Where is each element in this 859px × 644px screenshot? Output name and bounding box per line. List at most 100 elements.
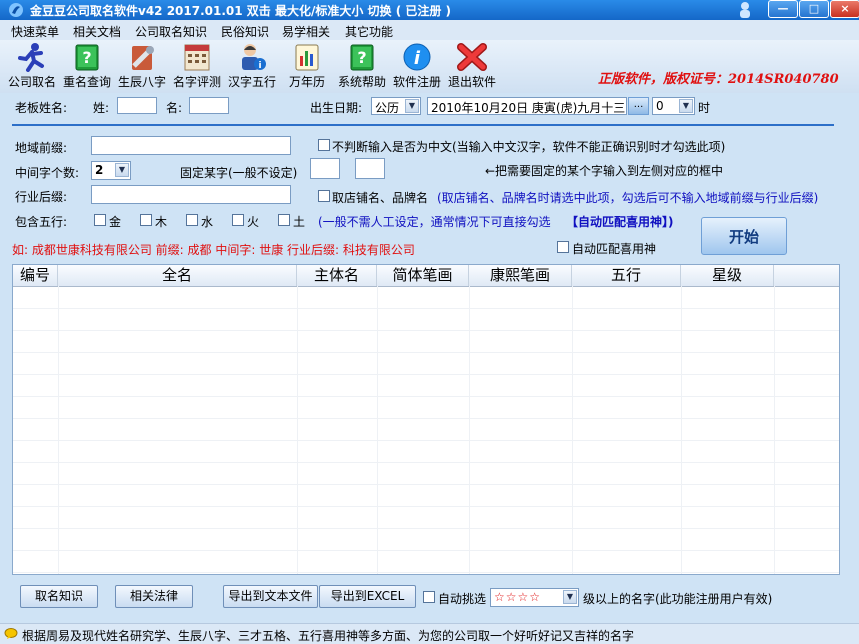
grid-row-line: [13, 418, 839, 419]
menu-folk[interactable]: 民俗知识: [221, 23, 269, 40]
region-prefix-input[interactable]: [91, 136, 291, 155]
menu-yixue[interactable]: 易学相关: [282, 23, 330, 40]
birth-date-label: 出生日期:: [310, 101, 363, 115]
start-button[interactable]: 开始: [701, 217, 787, 255]
calendar-icon: [184, 44, 210, 71]
license-text: 正版软件，版权证号：2014SR040780: [598, 72, 839, 87]
wuxing-shui-checkbox[interactable]: [186, 214, 198, 226]
minimize-button[interactable]: —: [768, 0, 798, 18]
surname-label: 姓:: [93, 101, 110, 115]
shop-name-checkbox[interactable]: [318, 190, 330, 202]
col-header-simple-strokes[interactable]: 简体笔画: [377, 265, 469, 286]
toolbar-company-naming[interactable]: 公司取名: [5, 40, 59, 92]
wuxing-mu-checkbox[interactable]: [140, 214, 152, 226]
naming-knowledge-button[interactable]: 取名知识: [20, 585, 98, 608]
no-chinese-check-label: 不判断输入是否为中文(当输入中文汉字，软件不能正确识别时才勾选此项): [332, 140, 726, 154]
auto-match-label: 自动匹配喜用神: [572, 242, 657, 256]
given-name-label: 名:: [166, 101, 183, 115]
no-chinese-check-checkbox[interactable]: [318, 139, 330, 151]
given-name-input[interactable]: [189, 97, 229, 114]
chat-bubble-icon: [4, 628, 18, 639]
boss-name-label: 老板姓名:: [15, 101, 68, 115]
wuxing-huo-label: 火: [247, 215, 260, 229]
grid-row-line: [13, 330, 839, 331]
window-title: 金豆豆公司取名软件v42 2017.01.01 双击 最大化/标准大小 切换 (…: [30, 4, 452, 18]
info-icon: i: [403, 43, 431, 71]
divider-line: [12, 124, 834, 126]
auto-match-checkbox[interactable]: [557, 241, 569, 253]
shop-name-label: 取店铺名、品牌名: [332, 191, 429, 205]
grid-row-line: [13, 506, 839, 507]
person-info-icon: i: [242, 44, 266, 71]
runner-icon: [18, 43, 44, 72]
svg-text:i: i: [258, 61, 261, 71]
wuxing-hint: (一般不需人工设定，通常情况下可直接勾选: [318, 215, 551, 229]
svg-text:?: ?: [82, 48, 91, 67]
grid-row-line: [13, 374, 839, 375]
middle-count-label: 中间字个数:: [15, 166, 80, 180]
star-level-select[interactable]: ☆☆☆☆ ▼: [490, 588, 579, 607]
hour-select[interactable]: 0 ▼: [652, 97, 695, 115]
menu-naming-knowledge[interactable]: 公司取名知识: [135, 23, 207, 40]
fixed-char-input-2[interactable]: [355, 158, 385, 179]
related-law-button[interactable]: 相关法律: [115, 585, 193, 608]
wuxing-hint-auto: 【自动匹配喜用神】): [566, 215, 674, 229]
grid-row-line: [13, 484, 839, 485]
auto-pick-checkbox[interactable]: [423, 591, 435, 603]
date-picker-button[interactable]: ...: [628, 97, 649, 115]
grid-row-line: [13, 572, 839, 573]
toolbar-exit[interactable]: 退出软件: [445, 40, 499, 92]
wuxing-tu-checkbox[interactable]: [278, 214, 290, 226]
toolbar-duplicate-check[interactable]: ? 重名查询: [60, 40, 114, 92]
user-icon: [740, 2, 750, 18]
menu-quick[interactable]: 快速菜单: [11, 23, 59, 40]
table-header: 编号 全名 主体名 简体笔画 康熙笔画 五行 星级: [13, 265, 839, 287]
star-level-hint: 级以上的名字(此功能注册用户有效): [583, 592, 773, 606]
wuxing-huo-checkbox[interactable]: [232, 214, 244, 226]
shop-name-hint: (取店铺名、品牌名时请选中此项，勾选后可不输入地域前缀与行业后缀): [437, 191, 819, 205]
status-text: 根据周易及现代姓名研究学、生辰八字、三才五格、五行喜用神等多方面、为您的公司取一…: [22, 629, 635, 643]
wuxing-jin-checkbox[interactable]: [94, 214, 106, 226]
calendar-type-select[interactable]: 公历 ▼: [371, 97, 421, 115]
toolbar-perpetual-calendar[interactable]: 万年历: [280, 40, 334, 92]
svg-text:i: i: [414, 48, 421, 69]
col-header-mainname[interactable]: 主体名: [297, 265, 377, 286]
maximize-button[interactable]: □: [799, 0, 829, 18]
red-x-icon: [457, 43, 487, 71]
wuxing-tu-label: 土: [293, 215, 306, 229]
wuxing-jin-label: 金: [109, 215, 122, 229]
title-bar[interactable]: 金豆豆公司取名软件v42 2017.01.01 双击 最大化/标准大小 切换 (…: [0, 0, 859, 20]
surname-input[interactable]: [117, 97, 157, 114]
wuxing-mu-label: 木: [155, 215, 168, 229]
toolbar-help[interactable]: ? 系统帮助: [335, 40, 389, 92]
col-header-kangxi-strokes[interactable]: 康熙笔画: [469, 265, 572, 286]
hour-unit-label: 时: [698, 101, 711, 115]
wuxing-label: 包含五行:: [15, 215, 68, 229]
menu-docs[interactable]: 相关文档: [73, 23, 121, 40]
wuxing-shui-label: 水: [201, 215, 214, 229]
middle-count-select[interactable]: 2 ▼: [91, 161, 131, 180]
menu-other[interactable]: 其它功能: [345, 23, 393, 40]
status-bar: 根据周易及现代姓名研究学、生辰八字、三才五格、五行喜用神等多方面、为您的公司取一…: [0, 623, 859, 644]
grid-row-line: [13, 440, 839, 441]
results-table[interactable]: 编号 全名 主体名 简体笔画 康熙笔画 五行 星级: [12, 264, 840, 575]
export-text-button[interactable]: 导出到文本文件: [223, 585, 318, 608]
toolbar-name-evaluation[interactable]: 名字评测: [170, 40, 224, 92]
birth-date-field[interactable]: 2010年10月20日 庚寅(虎)九月十三: [427, 97, 627, 115]
col-header-wuxing[interactable]: 五行: [572, 265, 681, 286]
toolbar-bazi[interactable]: 生辰八字: [115, 40, 169, 92]
toolbar-char-wuxing[interactable]: i 汉字五行: [225, 40, 279, 92]
svg-text:?: ?: [357, 48, 366, 67]
toolbar-register[interactable]: i 软件注册: [390, 40, 444, 92]
col-header-stars[interactable]: 星级: [681, 265, 774, 286]
grid-row-line: [13, 528, 839, 529]
chevron-down-icon: ▼: [405, 99, 419, 113]
close-button[interactable]: ×: [830, 0, 859, 18]
toolbar: 公司取名 ? 重名查询 生辰八字 名字评测 i 汉字五行 万年历 ? 系统帮助 …: [0, 40, 859, 93]
col-header-fullname[interactable]: 全名: [58, 265, 297, 286]
green-help-book-icon: ?: [350, 44, 374, 71]
col-header-id[interactable]: 编号: [13, 265, 58, 286]
fixed-char-input-1[interactable]: [310, 158, 340, 179]
export-excel-button[interactable]: 导出到EXCEL: [319, 585, 416, 608]
industry-suffix-input[interactable]: [91, 185, 291, 204]
